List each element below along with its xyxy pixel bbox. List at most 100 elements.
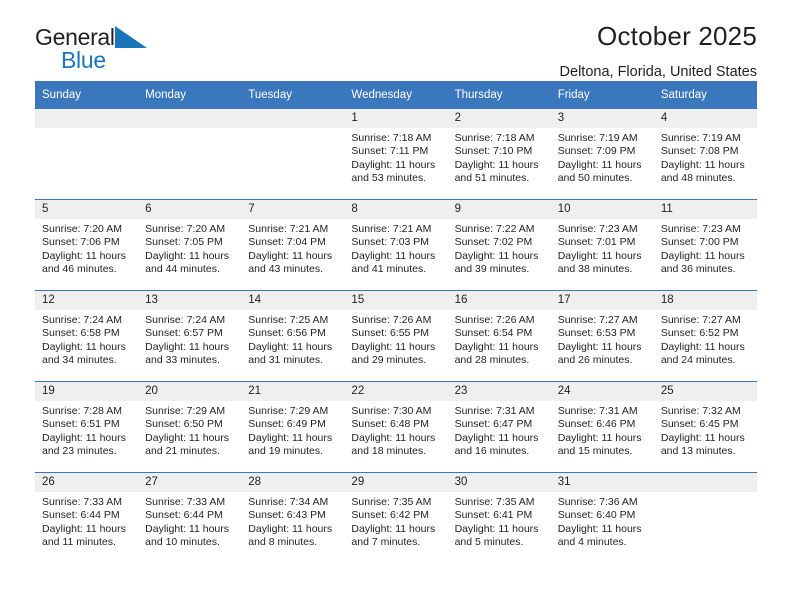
calendar-body: 1 Sunrise: 7:18 AM Sunset: 7:11 PM Daylight… bbox=[35, 109, 757, 563]
day-details: Sunrise: 7:19 AM Sunset: 7:09 PM Daylight:… bbox=[551, 128, 654, 186]
calendar-day-cell[interactable]: 13 Sunrise: 7:24 AM Sunset: 6:57 PM Dayligh… bbox=[138, 290, 242, 382]
logo-line-general: General bbox=[35, 26, 147, 52]
calendar-day-cell[interactable]: 25 Sunrise: 7:32 AM Sunset: 6:45 PM Dayligh… bbox=[653, 381, 757, 473]
day-number: 27 bbox=[138, 473, 242, 492]
day-details: Sunrise: 7:31 AM Sunset: 6:46 PM Daylight:… bbox=[551, 401, 654, 459]
day-detail-line: and 4 minutes. bbox=[557, 536, 627, 549]
day-detail-line: Sunset: 6:56 PM bbox=[248, 327, 326, 340]
calendar-day-cell[interactable]: 28 Sunrise: 7:34 AM Sunset: 6:43 PM Dayligh… bbox=[241, 472, 345, 563]
calendar-day-cell[interactable]: 2 Sunrise: 7:18 AM Sunset: 7:10 PM Daylight… bbox=[447, 109, 551, 200]
day-detail-line: Sunrise: 7:36 AM bbox=[557, 496, 638, 508]
day-detail-line: Sunrise: 7:30 AM bbox=[351, 405, 432, 417]
day-detail-line: and 46 minutes. bbox=[42, 263, 117, 276]
day-detail-line: Sunset: 6:44 PM bbox=[145, 509, 223, 522]
day-detail-line: Sunset: 7:06 PM bbox=[42, 236, 120, 249]
day-detail-line: Sunrise: 7:29 AM bbox=[145, 405, 226, 417]
day-detail-line: and 44 minutes. bbox=[145, 263, 220, 276]
day-detail-line: and 50 minutes. bbox=[557, 172, 633, 185]
day-number: 23 bbox=[447, 382, 551, 401]
day-detail-line: Sunrise: 7:28 AM bbox=[42, 405, 122, 417]
calendar-day-cell[interactable]: 31 Sunrise: 7:36 AM Sunset: 6:40 PM Dayligh… bbox=[550, 472, 654, 563]
calendar-day-cell[interactable]: 15 Sunrise: 7:26 AM Sunset: 6:55 PM Dayligh… bbox=[344, 290, 448, 382]
day-detail-line: and 29 minutes. bbox=[351, 354, 427, 367]
day-detail-line: Sunrise: 7:22 AM bbox=[454, 223, 535, 235]
calendar-day-cell[interactable]: 22 Sunrise: 7:30 AM Sunset: 6:48 PM Dayligh… bbox=[344, 381, 448, 473]
day-detail-line: Sunrise: 7:25 AM bbox=[248, 314, 329, 326]
calendar-day-cell[interactable]: 14 Sunrise: 7:25 AM Sunset: 6:56 PM Dayligh… bbox=[241, 290, 345, 382]
day-details: Sunrise: 7:29 AM Sunset: 6:49 PM Daylight:… bbox=[241, 401, 344, 459]
weekday-header-sunday: Sunday bbox=[35, 81, 139, 109]
day-detail-line: Sunset: 7:08 PM bbox=[660, 145, 739, 158]
calendar-day-cell[interactable]: 18 Sunrise: 7:27 AM Sunset: 6:52 PM Dayligh… bbox=[653, 290, 757, 382]
day-detail-line: Sunset: 7:02 PM bbox=[454, 236, 533, 249]
day-number: 3 bbox=[550, 109, 654, 128]
day-details: Sunrise: 7:36 AM Sunset: 6:40 PM Daylight:… bbox=[551, 492, 654, 550]
day-detail-line: Daylight: 11 hours bbox=[145, 431, 229, 444]
calendar-day-cell-empty bbox=[35, 109, 139, 200]
calendar-day-cell[interactable]: 7 Sunrise: 7:21 AM Sunset: 7:04 PM Daylight… bbox=[241, 199, 345, 291]
calendar-day-cell[interactable]: 23 Sunrise: 7:31 AM Sunset: 6:47 PM Dayligh… bbox=[447, 381, 551, 473]
calendar-day-cell[interactable]: 1 Sunrise: 7:18 AM Sunset: 7:11 PM Daylight… bbox=[344, 109, 448, 200]
day-number: 7 bbox=[241, 200, 345, 219]
calendar-day-cell[interactable]: 10 Sunrise: 7:23 AM Sunset: 7:01 PM Dayligh… bbox=[550, 199, 654, 291]
calendar-day-cell[interactable]: 4 Sunrise: 7:19 AM Sunset: 7:08 PM Daylight… bbox=[653, 109, 757, 200]
general-blue-logo[interactable]: General Blue bbox=[35, 26, 147, 72]
calendar-day-cell[interactable]: 16 Sunrise: 7:26 AM Sunset: 6:54 PM Dayligh… bbox=[447, 290, 551, 382]
day-detail-line: and 11 minutes. bbox=[42, 536, 116, 549]
day-details: Sunrise: 7:18 AM Sunset: 7:11 PM Daylight:… bbox=[344, 128, 447, 186]
day-number: 1 bbox=[344, 109, 448, 128]
day-number: 6 bbox=[138, 200, 242, 219]
calendar-day-cell[interactable]: 29 Sunrise: 7:35 AM Sunset: 6:42 PM Dayligh… bbox=[344, 472, 448, 563]
day-detail-line: Sunset: 6:41 PM bbox=[454, 509, 533, 522]
day-detail-line: Daylight: 11 hours bbox=[145, 249, 229, 262]
calendar-day-cell[interactable]: 30 Sunrise: 7:35 AM Sunset: 6:41 PM Dayligh… bbox=[447, 472, 551, 563]
day-number bbox=[35, 109, 139, 128]
day-detail-line: and 19 minutes. bbox=[248, 445, 323, 458]
calendar-day-cell[interactable]: 26 Sunrise: 7:33 AM Sunset: 6:44 PM Dayligh… bbox=[35, 472, 139, 563]
day-detail-line: Sunset: 6:44 PM bbox=[42, 509, 120, 522]
day-detail-line: Daylight: 11 hours bbox=[660, 249, 745, 262]
day-detail-line: Sunrise: 7:26 AM bbox=[351, 314, 432, 326]
calendar-day-cell[interactable]: 5 Sunrise: 7:20 AM Sunset: 7:06 PM Daylight… bbox=[35, 199, 139, 291]
calendar-day-cell[interactable]: 6 Sunrise: 7:20 AM Sunset: 7:05 PM Daylight… bbox=[138, 199, 242, 291]
day-detail-line: Daylight: 11 hours bbox=[660, 158, 745, 171]
calendar-day-cell[interactable]: 12 Sunrise: 7:24 AM Sunset: 6:58 PM Dayligh… bbox=[35, 290, 139, 382]
day-detail-line: Sunset: 6:58 PM bbox=[42, 327, 120, 340]
page-header: General Blue October 2025 Deltona, Flori… bbox=[35, 0, 757, 80]
day-details: Sunrise: 7:33 AM Sunset: 6:44 PM Daylight:… bbox=[138, 492, 241, 550]
calendar-day-cell-empty bbox=[241, 109, 345, 200]
calendar-week-row: 5 Sunrise: 7:20 AM Sunset: 7:06 PM Daylight… bbox=[35, 199, 757, 291]
day-number: 20 bbox=[138, 382, 242, 401]
weekday-header-saturday: Saturday bbox=[653, 81, 757, 109]
logo-text-general: General bbox=[35, 24, 115, 50]
calendar-day-cell[interactable]: 24 Sunrise: 7:31 AM Sunset: 6:46 PM Dayligh… bbox=[550, 381, 654, 473]
day-details: Sunrise: 7:34 AM Sunset: 6:43 PM Daylight:… bbox=[241, 492, 344, 550]
day-detail-line: and 51 minutes. bbox=[454, 172, 530, 185]
day-detail-line: and 31 minutes. bbox=[248, 354, 323, 367]
day-detail-line: Sunrise: 7:26 AM bbox=[454, 314, 535, 326]
day-details: Sunrise: 7:21 AM Sunset: 7:04 PM Daylight:… bbox=[241, 219, 344, 277]
day-details: Sunrise: 7:20 AM Sunset: 7:05 PM Daylight:… bbox=[138, 219, 241, 277]
calendar-day-cell[interactable]: 11 Sunrise: 7:23 AM Sunset: 7:00 PM Dayligh… bbox=[653, 199, 757, 291]
day-number: 30 bbox=[447, 473, 551, 492]
weekday-header-wednesday: Wednesday bbox=[344, 81, 448, 109]
day-details: Sunrise: 7:35 AM Sunset: 6:42 PM Daylight:… bbox=[344, 492, 447, 550]
calendar-day-cell[interactable]: 9 Sunrise: 7:22 AM Sunset: 7:02 PM Daylight… bbox=[447, 199, 551, 291]
calendar-day-cell[interactable]: 21 Sunrise: 7:29 AM Sunset: 6:49 PM Dayligh… bbox=[241, 381, 345, 473]
day-detail-line: Sunset: 6:51 PM bbox=[42, 418, 120, 431]
day-details: Sunrise: 7:31 AM Sunset: 6:47 PM Daylight:… bbox=[448, 401, 551, 459]
calendar-day-cell[interactable]: 3 Sunrise: 7:19 AM Sunset: 7:09 PM Daylight… bbox=[550, 109, 654, 200]
calendar-day-cell[interactable]: 27 Sunrise: 7:33 AM Sunset: 6:44 PM Dayligh… bbox=[138, 472, 242, 563]
calendar-day-cell[interactable]: 17 Sunrise: 7:27 AM Sunset: 6:53 PM Dayligh… bbox=[550, 290, 654, 382]
calendar-day-cell[interactable]: 8 Sunrise: 7:21 AM Sunset: 7:03 PM Daylight… bbox=[344, 199, 448, 291]
calendar-day-cell[interactable]: 20 Sunrise: 7:29 AM Sunset: 6:50 PM Dayligh… bbox=[138, 381, 242, 473]
day-detail-line: Daylight: 11 hours bbox=[557, 158, 642, 171]
day-details: Sunrise: 7:20 AM Sunset: 7:06 PM Daylight:… bbox=[35, 219, 138, 277]
day-details: Sunrise: 7:27 AM Sunset: 6:52 PM Daylight:… bbox=[654, 310, 757, 368]
day-details: Sunrise: 7:23 AM Sunset: 7:00 PM Daylight:… bbox=[654, 219, 757, 277]
day-detail-line: and 33 minutes. bbox=[145, 354, 220, 367]
day-detail-line: Sunset: 6:55 PM bbox=[351, 327, 430, 340]
day-detail-line: Daylight: 11 hours bbox=[454, 340, 539, 353]
calendar-day-cell[interactable]: 19 Sunrise: 7:28 AM Sunset: 6:51 PM Dayligh… bbox=[35, 381, 139, 473]
day-details: Sunrise: 7:23 AM Sunset: 7:01 PM Daylight:… bbox=[551, 219, 654, 277]
